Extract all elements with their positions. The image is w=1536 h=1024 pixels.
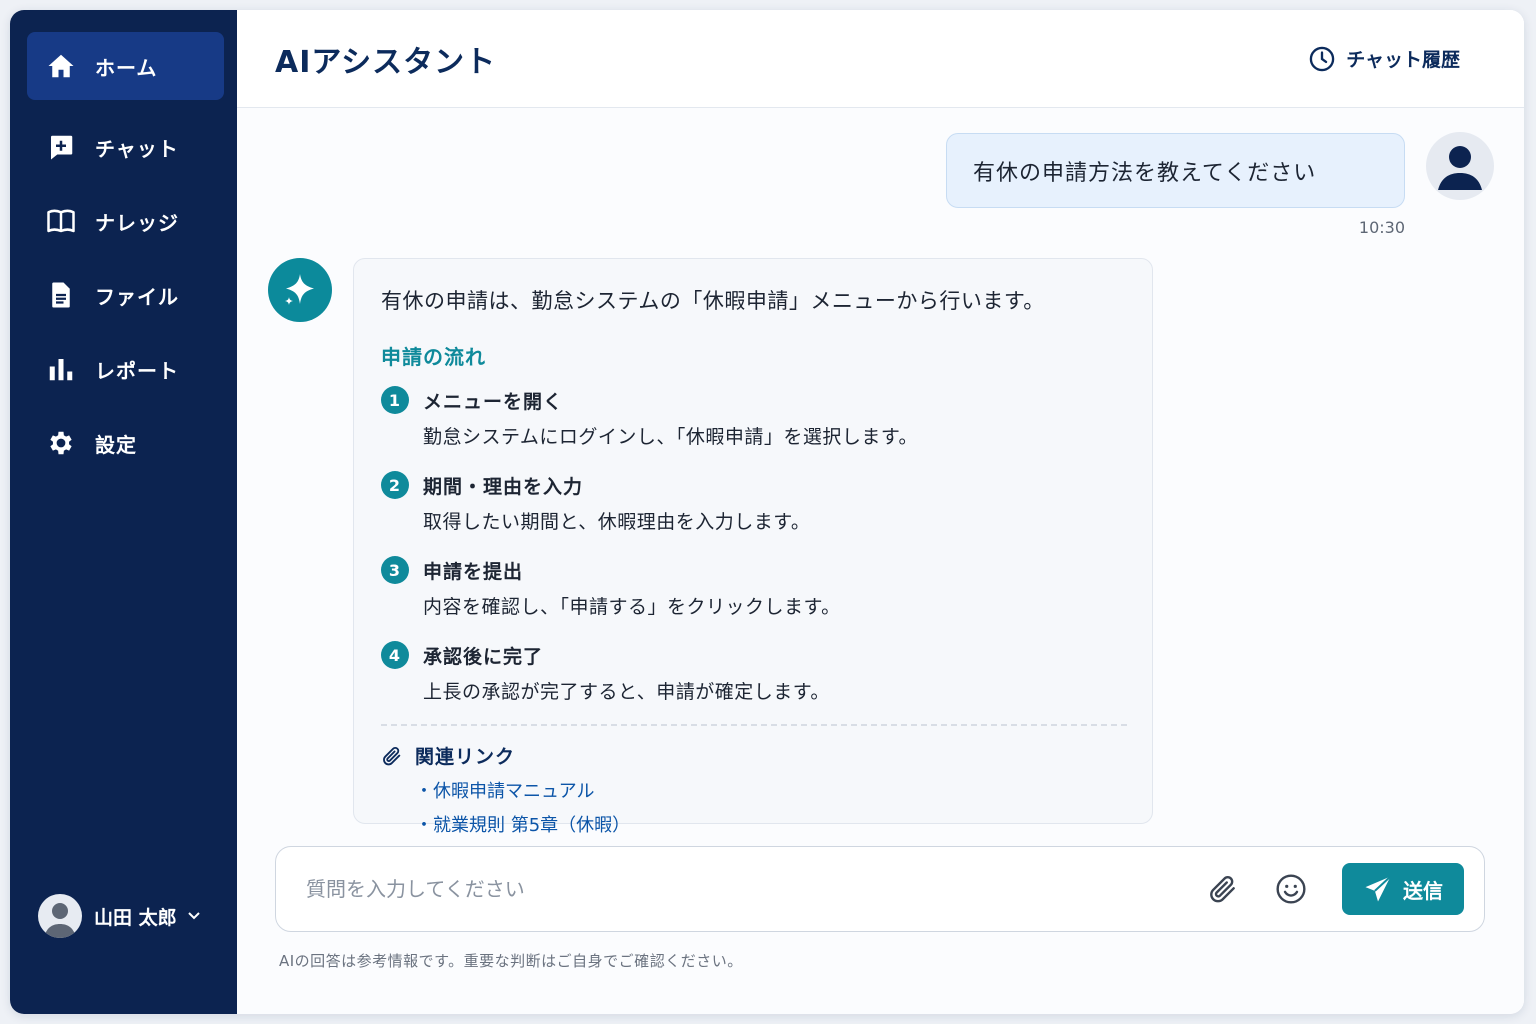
- step-description: 上長の承認が完了すると、申請が確定します。: [423, 681, 830, 703]
- sidebar-item-files[interactable]: ファイル: [27, 262, 224, 328]
- chat-input[interactable]: [306, 877, 1206, 901]
- related-links-header: 関連リンク: [381, 742, 1126, 769]
- sidebar-item-label: チャット: [95, 136, 179, 161]
- send-button[interactable]: 送信: [1342, 863, 1464, 915]
- sidebar-item-settings[interactable]: 設定: [27, 410, 224, 476]
- emoji-button[interactable]: [1274, 872, 1308, 906]
- ai-avatar: [268, 258, 332, 322]
- user-avatar: [1426, 132, 1494, 200]
- ai-message-lead: 有休の申請は、勤怠システムの「休暇申請」メニューから行います。: [381, 289, 1045, 313]
- avatar: [38, 894, 82, 938]
- related-links-list: 休暇申請マニュアル 就業規則 第5章（休暇）: [415, 777, 1126, 837]
- related-links-title: 関連リンク: [415, 746, 516, 768]
- user-message-bubble: 有休の申請方法を教えてください: [946, 133, 1405, 208]
- book-icon: [45, 205, 77, 237]
- sidebar-item-home[interactable]: ホーム: [27, 32, 224, 100]
- user-menu[interactable]: 山田 太郎: [38, 894, 201, 938]
- step-item: 2 期間・理由を入力 取得したい期間と、休暇理由を入力します。: [381, 471, 1126, 534]
- smiley-icon: [1276, 874, 1306, 904]
- ai-message-card: 有休の申請は、勤怠システムの「休暇申請」メニューから行います。 申請の流れ 1 …: [353, 258, 1153, 836]
- home-icon: [45, 50, 77, 82]
- step-number: 2: [381, 471, 409, 499]
- link-leave-manual[interactable]: 休暇申請マニュアル: [415, 777, 1126, 803]
- chevron-down-icon: [187, 912, 200, 920]
- step-title: 承認後に完了: [423, 645, 544, 668]
- step-description: 内容を確認し、「申請する」をクリックします。: [423, 596, 841, 618]
- sidebar-item-label: レポート: [95, 358, 179, 383]
- disclaimer: AIの回答は参考情報です。重要な判断はご自身でご確認ください。: [279, 952, 743, 970]
- step-title: 期間・理由を入力: [423, 475, 584, 498]
- sidebar-item-label: ナレッジ: [95, 210, 179, 235]
- header: AIアシスタント チャット履歴: [237, 10, 1524, 108]
- link-work-rules[interactable]: 就業規則 第5章（休暇）: [415, 811, 1126, 837]
- chat-plus-icon: [45, 131, 77, 163]
- step-number: 4: [381, 641, 409, 669]
- message-timestamp: 10:30: [1358, 218, 1405, 237]
- chat-history-button[interactable]: チャット履歴: [1308, 45, 1460, 73]
- step-description: 取得したい期間と、休暇理由を入力します。: [423, 511, 811, 533]
- sidebar-item-reports[interactable]: レポート: [27, 336, 224, 402]
- chat-history-label: チャット履歴: [1346, 49, 1460, 71]
- ai-section-title: 申請の流れ: [381, 345, 486, 369]
- app-window: ホーム チャット ナレッジ ファイル レポート 設定 山田 太郎 AIアシスタン…: [10, 10, 1524, 1014]
- clock-icon: [1309, 46, 1335, 71]
- composer: 送信: [275, 846, 1485, 932]
- gear-icon: [45, 427, 77, 459]
- sidebar-item-label: 設定: [95, 432, 137, 457]
- step-description: 勤怠システムにログインし、「休暇申請」を選択します。: [423, 426, 919, 448]
- step-item: 3 申請を提出 内容を確認し、「申請する」をクリックします。: [381, 556, 1126, 619]
- sidebar-item-chat[interactable]: チャット: [27, 114, 224, 180]
- step-number: 1: [381, 386, 409, 414]
- step-title: メニューを開く: [423, 390, 564, 413]
- step-number: 3: [381, 556, 409, 584]
- bar-chart-icon: [45, 353, 77, 385]
- step-item: 4 承認後に完了 上長の承認が完了すると、申請が確定します。: [381, 641, 1126, 704]
- sidebar-item-knowledge[interactable]: ナレッジ: [27, 188, 224, 254]
- document-icon: [45, 279, 77, 311]
- send-label: 送信: [1403, 878, 1443, 903]
- sidebar-item-label: ファイル: [95, 284, 179, 309]
- sidebar: ホーム チャット ナレッジ ファイル レポート 設定 山田 太郎: [10, 10, 237, 1014]
- paperclip-icon: [383, 746, 401, 765]
- attach-button[interactable]: [1206, 872, 1240, 906]
- paperclip-icon: [1210, 875, 1235, 903]
- main-panel: AIアシスタント チャット履歴 有休の申請方法を教えてください 10:30 有休…: [237, 10, 1524, 1014]
- step-item: 1 メニューを開く 勤怠システムにログインし、「休暇申請」を選択します。: [381, 386, 1126, 449]
- step-title: 申請を提出: [423, 560, 524, 583]
- step-list: 1 メニューを開く 勤怠システムにログインし、「休暇申請」を選択します。 2 期…: [381, 386, 1126, 704]
- user-name: 山田 太郎: [94, 906, 177, 929]
- divider: [381, 724, 1127, 726]
- page-title: AIアシスタント: [275, 44, 497, 80]
- sidebar-item-label: ホーム: [95, 55, 158, 80]
- send-icon: [1365, 875, 1392, 902]
- user-message-text: 有休の申請方法を教えてください: [973, 160, 1317, 186]
- sparkle-icon: [285, 274, 314, 305]
